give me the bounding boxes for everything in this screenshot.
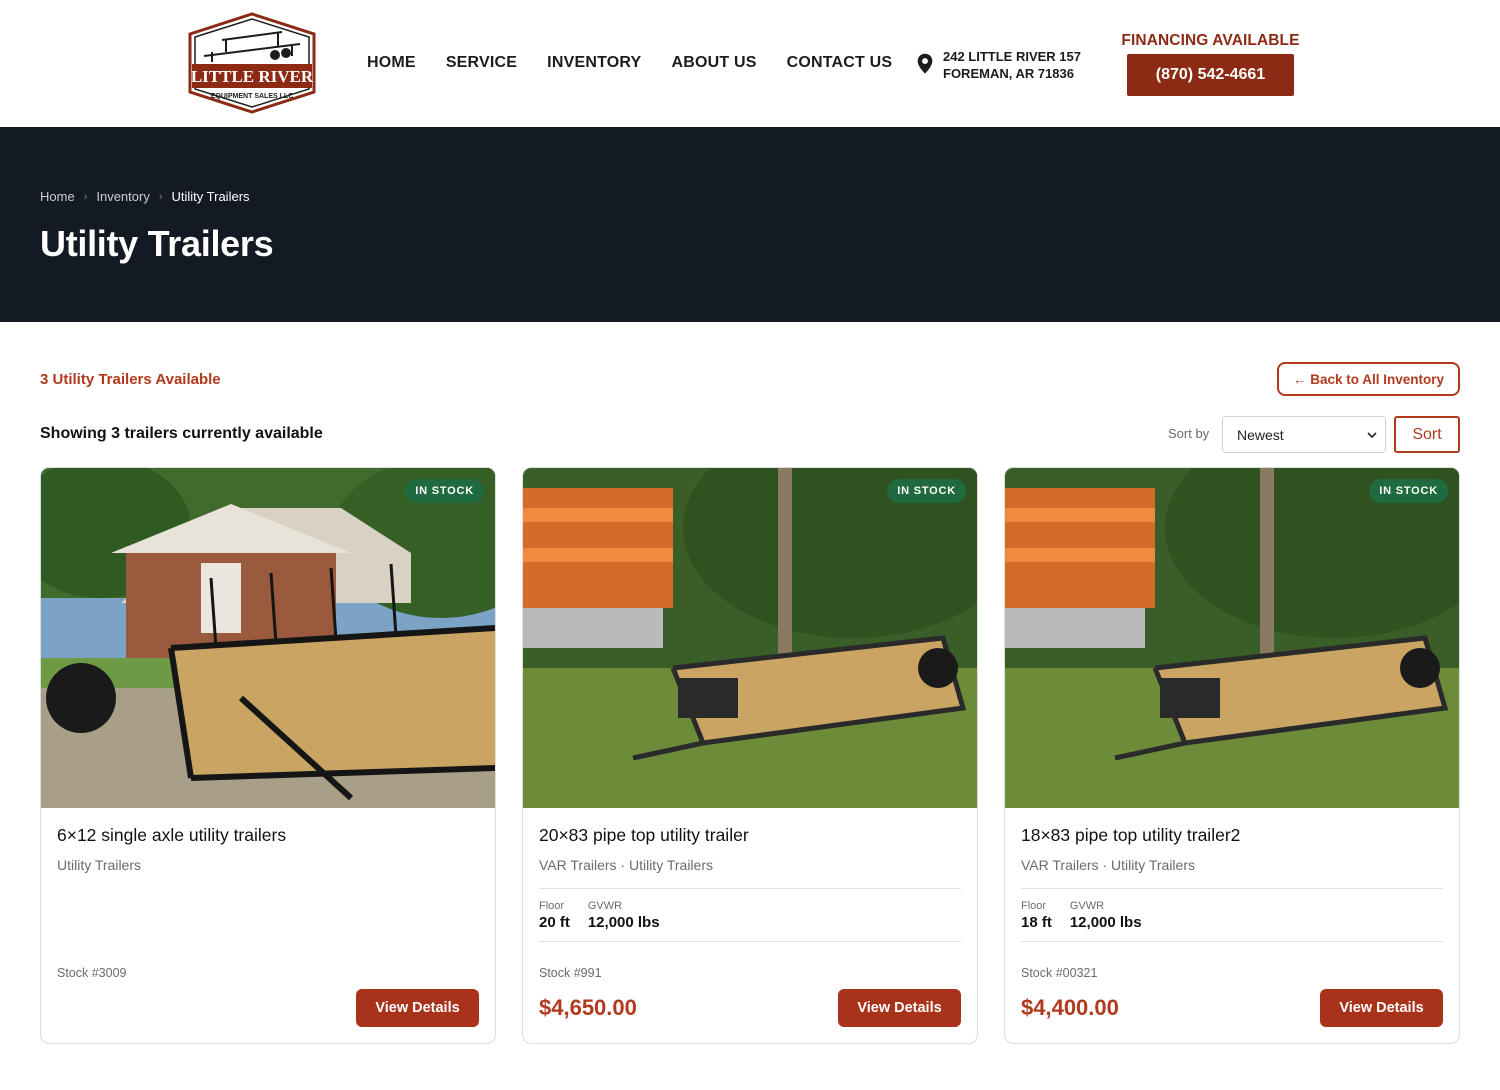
chevron-down-icon xyxy=(1367,432,1377,439)
inventory-card[interactable]: IN STOCK 20×83 pipe top utility trailer … xyxy=(522,467,978,1044)
card-stock-number: Stock #991 xyxy=(539,966,602,980)
inventory-card[interactable]: IN STOCK 18×83 pipe top utility trailer2… xyxy=(1004,467,1460,1044)
back-to-inventory-button[interactable]: ← Back to All Inventory xyxy=(1277,362,1460,396)
card-specs: Floor 18 ft GVWR 12,000 lbs xyxy=(1021,888,1443,942)
view-details-button[interactable]: View Details xyxy=(1320,989,1443,1027)
address-line2: FOREMAN, AR 71836 xyxy=(943,66,1074,81)
nav-inventory[interactable]: INVENTORY xyxy=(547,54,641,72)
trailer-photo[interactable]: IN STOCK xyxy=(41,468,495,808)
location-pin-icon xyxy=(917,53,933,74)
spec-value: 12,000 lbs xyxy=(587,914,660,931)
spec-label: Floor xyxy=(539,900,565,912)
card-stock-number: Stock #3009 xyxy=(57,966,127,980)
card-category: Utility Trailers xyxy=(57,857,142,873)
card-price: $4,400.00 xyxy=(1021,995,1119,1020)
spec-floor: Floor 20 ft xyxy=(539,889,570,941)
trailer-photo[interactable]: IN STOCK xyxy=(1005,468,1459,808)
inventory-card[interactable]: IN STOCK 6×12 single axle utility traile… xyxy=(40,467,496,1044)
spec-label: GVWR xyxy=(1069,900,1105,912)
breadcrumb-chevron-icon: › xyxy=(158,190,163,203)
breadcrumb-current: Utility Trailers xyxy=(171,189,250,204)
sort-label: Sort by xyxy=(1168,426,1210,441)
spec-value: 18 ft xyxy=(1021,914,1052,931)
breadcrumb-inventory[interactable]: Inventory xyxy=(96,189,149,204)
trailer-photo[interactable]: IN STOCK xyxy=(523,468,977,808)
card-title[interactable]: 18×83 pipe top utility trailer2 xyxy=(1021,825,1240,846)
view-details-button[interactable]: View Details xyxy=(838,989,961,1027)
financing-label: FINANCING AVAILABLE xyxy=(1121,32,1300,49)
site-logo[interactable]: LITTLE RIVER EQUIPMENT SALES LLC xyxy=(182,12,322,114)
card-category: VAR Trailers · Utility Trailers xyxy=(1021,857,1195,873)
nav-about-us[interactable]: ABOUT US xyxy=(671,54,756,72)
card-price: $4,650.00 xyxy=(539,995,637,1020)
breadcrumb: Home › Inventory › Utility Trailers xyxy=(40,189,250,204)
showing-summary: Showing 3 trailers currently available xyxy=(40,425,323,442)
spec-label: GVWR xyxy=(587,900,623,912)
page-hero: Home › Inventory › Utility Trailers Util… xyxy=(0,127,1500,322)
in-stock-badge: IN STOCK xyxy=(405,479,484,503)
logo-text-line1: LITTLE RIVER xyxy=(191,67,314,86)
results-count: 3 Utility Trailers Available xyxy=(40,371,221,388)
view-details-button[interactable]: View Details xyxy=(356,989,479,1027)
nav-home[interactable]: HOME xyxy=(367,54,416,72)
in-stock-badge: IN STOCK xyxy=(1369,479,1448,503)
store-address: 242 LITTLE RIVER 157 FOREMAN, AR 71836 xyxy=(916,48,1081,82)
spec-label: Floor xyxy=(1021,900,1047,912)
card-title[interactable]: 6×12 single axle utility trailers xyxy=(57,825,286,846)
logo-text-line2: EQUIPMENT SALES LLC xyxy=(211,93,293,100)
spec-gvwr: GVWR 12,000 lbs xyxy=(588,889,660,941)
sort-select-value: Newest xyxy=(1237,426,1284,443)
card-stock-number: Stock #00321 xyxy=(1021,966,1098,980)
card-title[interactable]: 20×83 pipe top utility trailer xyxy=(539,825,749,846)
financing-block: FINANCING AVAILABLE (870) 542-4661 xyxy=(1119,32,1302,96)
sort-select[interactable]: Newest xyxy=(1222,416,1386,453)
nav-contact-us[interactable]: CONTACT US xyxy=(787,54,893,72)
spec-value: 12,000 lbs xyxy=(1069,914,1142,931)
phone-button[interactable]: (870) 542-4661 xyxy=(1127,54,1294,96)
page-title: Utility Trailers xyxy=(40,223,274,264)
card-category: VAR Trailers · Utility Trailers xyxy=(539,857,713,873)
site-header: LITTLE RIVER EQUIPMENT SALES LLC HOME SE… xyxy=(0,0,1500,127)
spec-gvwr: GVWR 12,000 lbs xyxy=(1070,889,1142,941)
main-nav: HOME SERVICE INVENTORY ABOUT US CONTACT … xyxy=(367,54,922,72)
in-stock-badge: IN STOCK xyxy=(887,479,966,503)
nav-service[interactable]: SERVICE xyxy=(446,54,517,72)
sort-button[interactable]: Sort xyxy=(1394,416,1460,453)
breadcrumb-chevron-icon: › xyxy=(83,190,88,203)
address-line1: 242 LITTLE RIVER 157 xyxy=(943,49,1081,64)
breadcrumb-home[interactable]: Home xyxy=(40,189,75,204)
spec-floor: Floor 18 ft xyxy=(1021,889,1052,941)
card-specs: Floor 20 ft GVWR 12,000 lbs xyxy=(539,888,961,942)
spec-value: 20 ft xyxy=(539,914,570,931)
